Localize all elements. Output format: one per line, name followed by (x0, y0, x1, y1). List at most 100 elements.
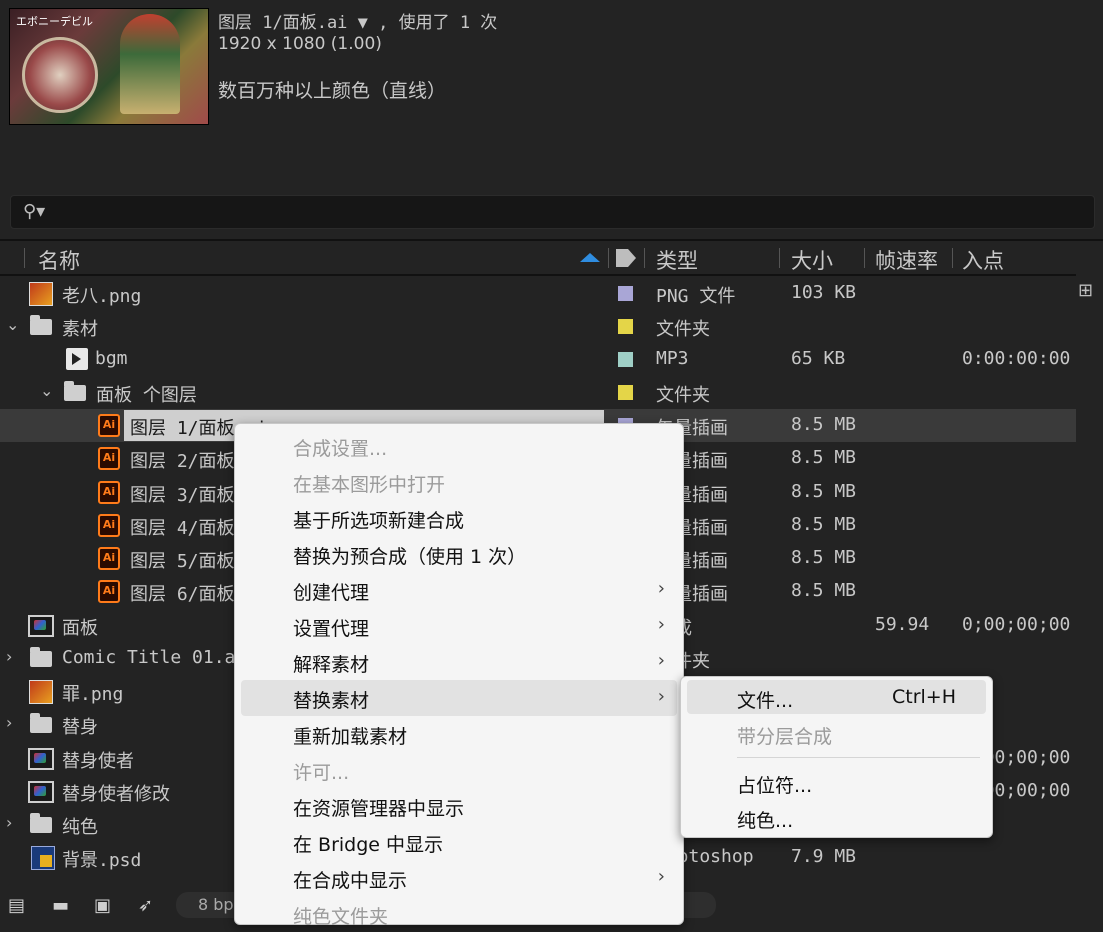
chevron-down-icon[interactable]: ⌄ (6, 315, 19, 334)
replace-footage-submenu: 文件... Ctrl+H 带分层合成 占位符... 纯色... (680, 676, 993, 838)
illustrator-file-icon: Ai (98, 481, 120, 504)
submenu-item-placeholder[interactable]: 占位符... (681, 765, 992, 801)
composition-icon (28, 781, 54, 803)
column-inpoint[interactable]: 入点 (962, 245, 1004, 275)
context-menu: 合成设置... 在基本图形中打开 基于所选项新建合成 替换为预合成（使用 1 次… (234, 423, 684, 928)
row-name: Comic Title 01.aep (62, 647, 258, 668)
preview-color-depth: 数百万种以上颜色（直线） (218, 80, 447, 102)
preview-filename[interactable]: 图层 1/面板.ai ▼ , 使用了 1 次 (218, 8, 497, 33)
row-size: 8.5 MB (791, 547, 857, 568)
submenu-item-solid[interactable]: 纯色... (681, 800, 992, 836)
row-size: 8.5 MB (791, 447, 857, 468)
row-name: 老八.png (62, 286, 142, 307)
thumbnail-caption: エボニーデビル (16, 15, 93, 28)
chevron-right-icon: › (657, 866, 665, 887)
thumbnail-character-art (120, 14, 180, 114)
row-size: 8.5 MB (791, 580, 857, 601)
chevron-right-icon[interactable]: › (6, 813, 12, 832)
column-size[interactable]: 大小 (791, 245, 833, 275)
project-row[interactable]: 老八.png PNG 文件 103 KB (0, 277, 1076, 310)
menu-item-new-comp-from-selection[interactable]: 基于所选项新建合成 (235, 500, 683, 536)
label-color-swatch[interactable] (618, 286, 633, 301)
menu-separator (737, 757, 980, 758)
row-name: 替身使者 (62, 751, 134, 772)
search-icon[interactable]: ⚲▾ (23, 201, 45, 222)
folder-icon (30, 315, 52, 335)
chevron-right-icon: › (657, 686, 665, 707)
interpret-footage-icon[interactable]: ▤ (8, 895, 34, 916)
menu-item-solids-folder[interactable]: 纯色文件夹 (235, 896, 683, 932)
shortcut-label: Ctrl+H (891, 686, 956, 708)
chevron-right-icon[interactable]: › (6, 713, 12, 732)
project-row[interactable]: ⌄ 面板 个图层 文件夹 (0, 376, 1076, 409)
chevron-right-icon: › (657, 650, 665, 671)
illustrator-file-icon: Ai (98, 414, 120, 437)
label-color-swatch[interactable] (618, 319, 633, 334)
image-file-icon (29, 282, 53, 306)
column-fps[interactable]: 帧速率 (875, 245, 938, 275)
submenu-item-file[interactable]: 文件... Ctrl+H (687, 680, 986, 714)
row-size: 8.5 MB (791, 514, 857, 535)
folder-icon (30, 713, 52, 733)
row-name: 图层 5/面板 (130, 551, 235, 572)
illustrator-file-icon: Ai (98, 514, 120, 537)
menu-item-replace-footage[interactable]: 替换素材 › (241, 680, 677, 716)
row-name: 替身 (62, 717, 98, 738)
menu-item-license[interactable]: 许可... (235, 752, 683, 788)
new-composition-icon[interactable]: ▣ (94, 895, 120, 916)
composition-icon (28, 615, 54, 637)
chevron-right-icon: › (657, 614, 665, 635)
header-divider (608, 248, 609, 268)
menu-item-interpret-footage[interactable]: 解释素材 › (235, 644, 683, 680)
menu-item-replace-with-precomp[interactable]: 替换为预合成（使用 1 次） (235, 536, 683, 572)
preview-resolution: 1920 x 1080 (1.00) (218, 34, 382, 54)
row-size: 8.5 MB (791, 414, 857, 435)
project-row[interactable]: bgm MP3 65 KB 0:00:00:00 (0, 343, 1076, 376)
header-divider (24, 248, 25, 268)
row-type: MP3 (656, 348, 689, 369)
row-size: 8.5 MB (791, 481, 857, 502)
row-name: 罪.png (62, 684, 124, 705)
menu-item-set-proxy[interactable]: 设置代理 › (235, 608, 683, 644)
menu-item-reveal-in-explorer[interactable]: 在资源管理器中显示 (235, 788, 683, 824)
menu-item-create-proxy[interactable]: 创建代理 › (235, 572, 683, 608)
row-inpoint: 0:00:00:00 (962, 348, 1071, 369)
row-name: 面板 个图层 (96, 385, 197, 406)
column-name[interactable]: 名称 (38, 245, 80, 275)
row-inpoint: 0;00;00;00 (962, 614, 1071, 635)
menu-item-reveal-in-composition[interactable]: 在合成中显示 › (235, 860, 683, 896)
chevron-right-icon: › (657, 578, 665, 599)
footage-thumbnail: エボニーデビル (9, 8, 209, 125)
header-divider (952, 248, 953, 268)
new-folder-icon[interactable]: ▬ (52, 895, 78, 916)
thumbnail-clock-art (22, 37, 98, 113)
photoshop-file-icon (31, 846, 55, 870)
flowchart-icon[interactable]: ⊞ (1078, 280, 1102, 304)
row-name: 面板 (62, 618, 98, 639)
row-type: PNG 文件 (656, 286, 736, 307)
label-color-swatch[interactable] (618, 352, 633, 367)
illustrator-file-icon: Ai (98, 580, 120, 603)
audio-file-icon (66, 348, 88, 370)
chevron-right-icon[interactable]: › (6, 647, 12, 666)
folder-icon (30, 647, 52, 667)
label-color-swatch[interactable] (618, 385, 633, 400)
header-divider (864, 248, 865, 268)
row-size: 7.9 MB (791, 846, 857, 867)
chevron-down-icon[interactable]: ⌄ (40, 381, 53, 400)
menu-item-open-in-essential-graphics[interactable]: 在基本图形中打开 (235, 464, 683, 500)
header-divider (779, 248, 780, 268)
sort-ascending-icon[interactable] (580, 253, 600, 262)
column-type[interactable]: 类型 (656, 245, 698, 275)
row-name: 纯色 (62, 817, 98, 838)
label-tag-icon[interactable] (616, 249, 636, 267)
menu-item-composition-settings[interactable]: 合成设置... (235, 428, 683, 464)
feather-icon[interactable]: ➶ (138, 895, 164, 916)
menu-item-reload-footage[interactable]: 重新加载素材 (235, 716, 683, 752)
project-row[interactable]: ⌄ 素材 文件夹 (0, 310, 1076, 343)
project-search-input[interactable]: ⚲▾ (10, 195, 1095, 229)
menu-item-reveal-in-bridge[interactable]: 在 Bridge 中显示 (235, 824, 683, 860)
row-name: 背景.psd (62, 850, 142, 871)
submenu-item-layered-comp[interactable]: 带分层合成 (681, 716, 992, 752)
row-size: 103 KB (791, 282, 857, 303)
